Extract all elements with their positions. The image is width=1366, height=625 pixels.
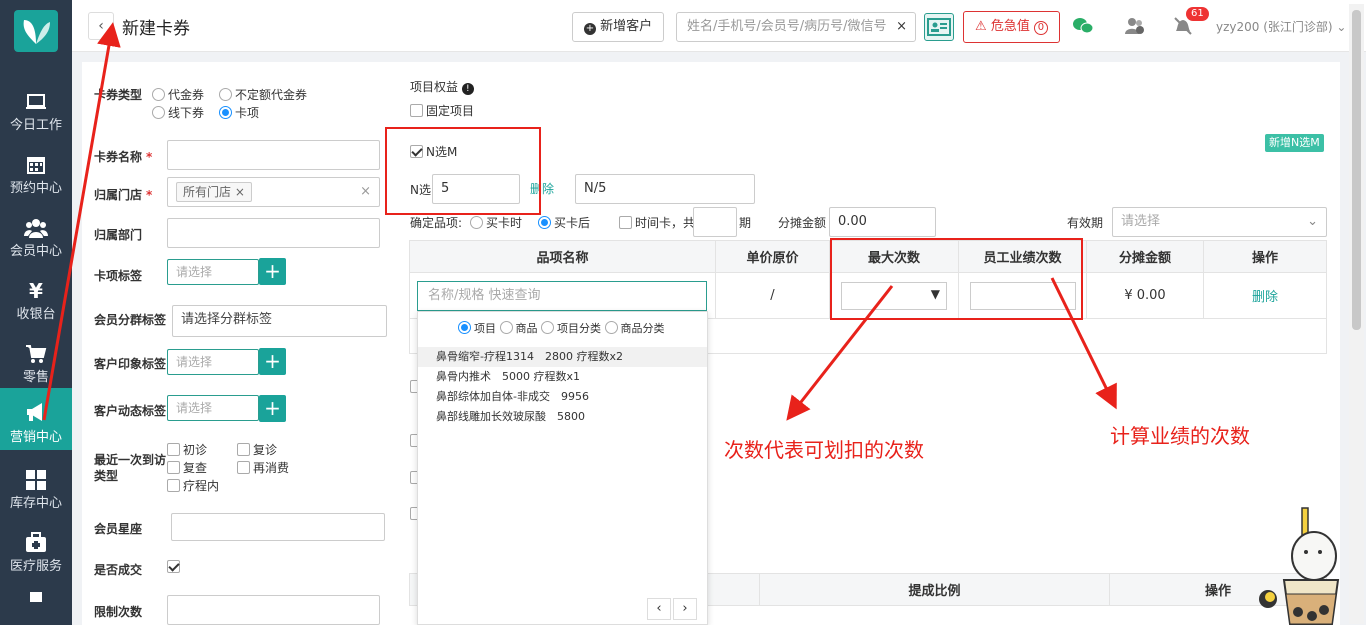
- arrow-to-max-times: [786, 285, 894, 421]
- bubble-tea-mascot-icon: [1259, 507, 1340, 625]
- scrollbar-thumb[interactable]: [1352, 10, 1361, 330]
- arrow-to-title: [42, 22, 121, 421]
- page-scrollbar[interactable]: [1349, 4, 1364, 624]
- annotation-arrows: [42, 22, 1117, 421]
- arrow-to-perf-times: [1050, 277, 1117, 410]
